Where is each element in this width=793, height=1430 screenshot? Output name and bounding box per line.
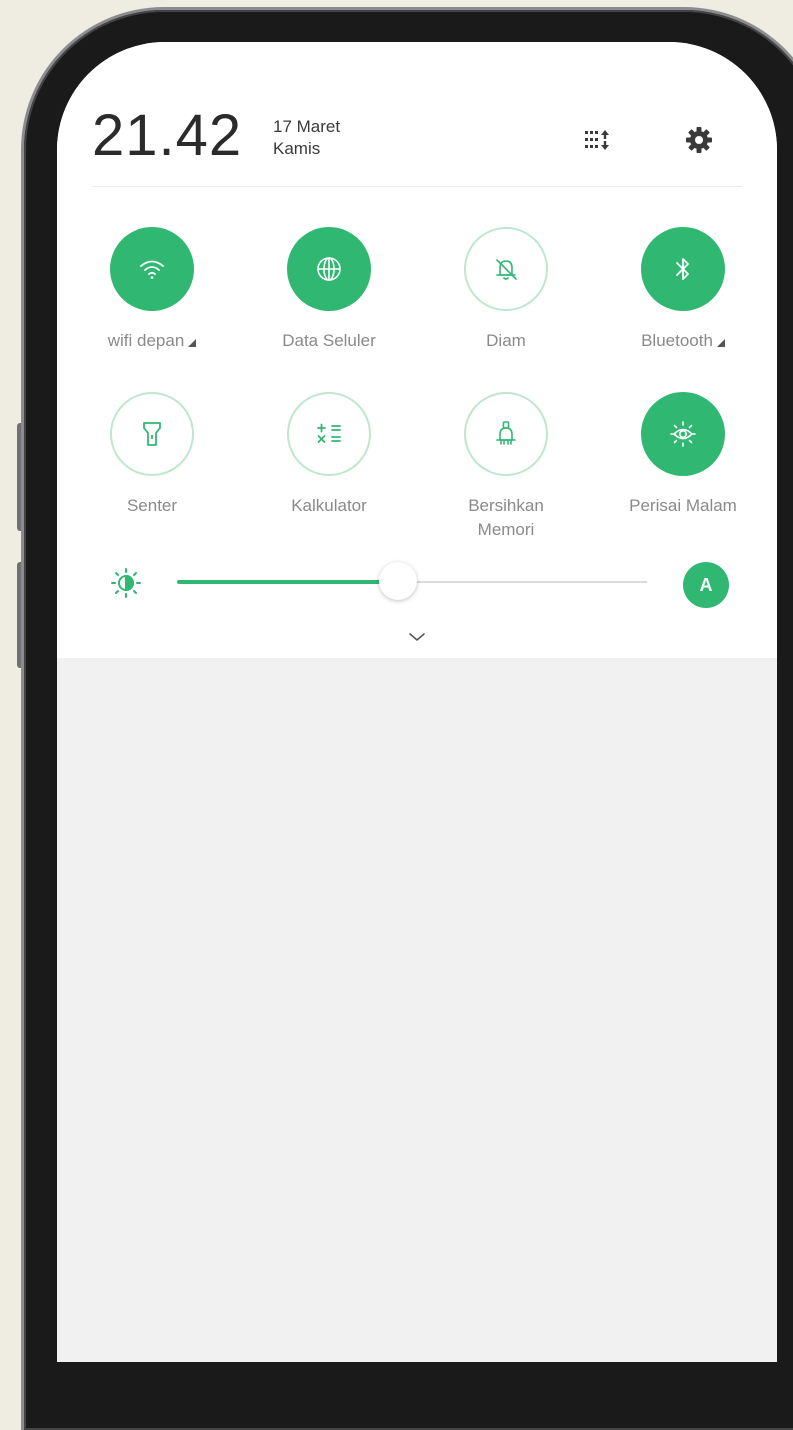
date-block: 17 Maret Kamis (273, 116, 340, 160)
toggle-flashlight[interactable]: Senter (72, 392, 232, 518)
day-label: Kamis (273, 139, 321, 158)
calculator-icon (287, 392, 371, 476)
toggle-label: Data Seluler (282, 331, 376, 350)
brightness-icon (110, 567, 142, 604)
quick-settings-panel: 21.42 17 Maret Kamis wifi depan Data Sel… (57, 42, 777, 658)
eye-shield-icon (641, 392, 725, 476)
date-label: 17 Maret (273, 117, 341, 136)
bluetooth-icon (641, 227, 725, 311)
brightness-fill (177, 580, 398, 584)
clock: 21.42 (92, 103, 243, 168)
toggle-label: Diam (486, 331, 526, 350)
expand-chevron-icon[interactable] (407, 630, 427, 648)
signal-icon (188, 339, 197, 347)
auto-brightness-button[interactable]: A (683, 562, 729, 608)
toggle-label: Bersihkan Memori (468, 496, 544, 539)
signal-icon (716, 339, 725, 347)
toggle-label: Kalkulator (291, 496, 367, 515)
toggle-label: Senter (126, 496, 178, 515)
toggle-wifi[interactable]: wifi depan (72, 227, 232, 353)
flashlight-icon (110, 392, 194, 476)
broom-icon (464, 392, 548, 476)
toggle-night-shield[interactable]: Perisai Malam (603, 392, 763, 518)
header-divider (92, 186, 742, 187)
toggle-clear-memory[interactable]: Bersihkan Memori (426, 392, 586, 542)
screen: 21.42 17 Maret Kamis wifi depan Data Sel… (57, 42, 777, 1362)
wifi-icon (110, 227, 194, 311)
bell-off-icon (464, 227, 548, 311)
toggle-silent[interactable]: Diam (426, 227, 586, 353)
toggle-calculator[interactable]: Kalkulator (249, 392, 409, 518)
toggle-label: Bluetooth (603, 329, 763, 353)
toggle-label: Perisai Malam (629, 496, 737, 515)
globe-icon (287, 227, 371, 311)
settings-icon[interactable] (681, 122, 717, 158)
toggle-mobile-data[interactable]: Data Seluler (249, 227, 409, 353)
edit-tiles-icon[interactable] (580, 122, 616, 158)
brightness-slider[interactable] (177, 562, 647, 600)
toggle-bluetooth[interactable]: Bluetooth (603, 227, 763, 353)
brightness-thumb[interactable] (378, 562, 417, 600)
toggle-label: wifi depan (72, 329, 232, 353)
